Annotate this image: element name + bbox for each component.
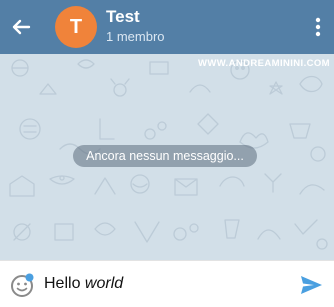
emoji-button[interactable] bbox=[9, 272, 35, 298]
emoji-icon bbox=[11, 273, 34, 297]
more-vertical-icon bbox=[315, 17, 321, 37]
empty-chat-notice: Ancora nessun messaggio... bbox=[73, 145, 257, 167]
message-area[interactable]: WWW.ANDREAMININI.COM Ancora nessun messa… bbox=[0, 54, 334, 260]
message-text-italic: world bbox=[84, 275, 124, 292]
chat-header: T Test 1 membro bbox=[0, 0, 334, 54]
back-button[interactable] bbox=[6, 12, 36, 42]
send-icon bbox=[301, 276, 322, 294]
message-composer: Hello world bbox=[0, 260, 334, 307]
member-count: 1 membro bbox=[106, 29, 165, 44]
chat-title[interactable]: Test bbox=[106, 7, 140, 27]
site-watermark: WWW.ANDREAMININI.COM bbox=[197, 58, 330, 69]
send-button[interactable] bbox=[298, 272, 324, 298]
more-options-button[interactable] bbox=[304, 12, 332, 42]
group-avatar[interactable]: T bbox=[55, 6, 97, 48]
telegram-chat-screen: T Test 1 membro WWW.ANDREAMININI.COM Anc… bbox=[0, 0, 334, 307]
message-input[interactable]: Hello world bbox=[44, 275, 123, 293]
arrow-left-icon bbox=[12, 19, 31, 35]
message-text-plain: Hello bbox=[44, 275, 85, 292]
